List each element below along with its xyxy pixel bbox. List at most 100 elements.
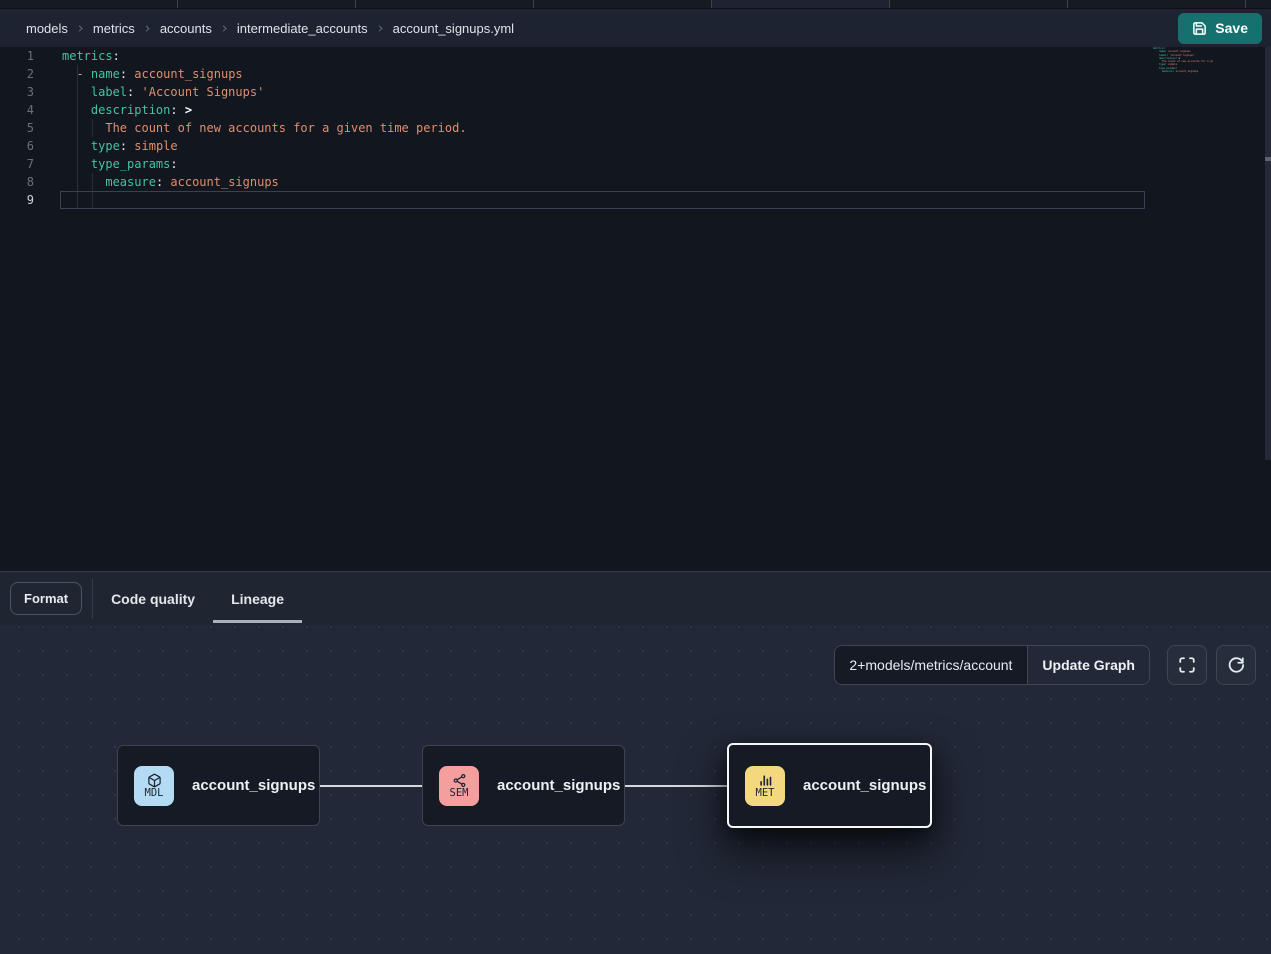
metric-badge: MET (745, 766, 785, 806)
node-label: account_signups (803, 777, 926, 794)
code-token: : (120, 139, 127, 153)
file-tab[interactable] (1246, 0, 1271, 8)
code-token: account_signups (1174, 70, 1198, 73)
cube-icon (147, 773, 162, 788)
minimap[interactable]: metrics: - name: account_signups label: … (1153, 47, 1213, 73)
code-token: type_params (91, 157, 170, 171)
code-token: type (91, 139, 120, 153)
code-token: : (113, 49, 120, 63)
code-line[interactable]: The count of new accounts for a given ti… (62, 119, 1145, 137)
code-token (62, 139, 91, 153)
format-button[interactable]: Format (10, 582, 82, 615)
code-line[interactable]: metrics: (62, 47, 1145, 65)
file-tab[interactable] (712, 0, 890, 8)
code-line[interactable]: type: simple (62, 137, 1145, 155)
code-lines[interactable]: metrics: - name: account_signups label: … (62, 47, 1145, 209)
line-number: 8 (0, 173, 34, 191)
lineage-selector-input[interactable] (835, 646, 1028, 684)
code-token: : (120, 67, 127, 81)
breadcrumb-item-metrics[interactable]: metrics (93, 21, 135, 36)
tab-code-quality[interactable]: Code quality (93, 572, 213, 625)
file-tab[interactable] (534, 0, 712, 8)
code-line[interactable]: type_params: (62, 155, 1145, 173)
save-button[interactable]: Save (1178, 13, 1262, 44)
code-token (62, 85, 91, 99)
badge-label: SEM (450, 788, 469, 799)
code-token (62, 157, 91, 171)
model-badge: MDL (134, 766, 174, 806)
save-button-label: Save (1215, 20, 1248, 36)
line-number: 6 (0, 137, 34, 155)
line-number: 1 (0, 47, 34, 65)
code-token: simple (127, 139, 178, 153)
breadcrumb-bar: models metrics accounts intermediate_acc… (0, 9, 1271, 47)
code-token: description (91, 103, 170, 117)
editor-scrollbar[interactable] (1265, 47, 1271, 460)
breadcrumb-item-file[interactable]: account_signups.yml (393, 21, 514, 36)
file-tab[interactable] (890, 0, 1068, 8)
code-token (62, 103, 91, 117)
code-token: 'Account Signups' (134, 85, 264, 99)
code-token: account_signups (127, 67, 243, 81)
file-tab[interactable] (1068, 0, 1246, 8)
tab-lineage[interactable]: Lineage (213, 572, 302, 625)
code-token: name (91, 67, 120, 81)
code-line[interactable]: description: > (62, 101, 1145, 119)
node-label: account_signups (192, 777, 315, 794)
code-token: label (91, 85, 127, 99)
breadcrumb-item-intermediate-accounts[interactable]: intermediate_accounts (237, 21, 368, 36)
code-line[interactable]: measure: account_signups (62, 173, 1145, 191)
badge-label: MET (756, 788, 775, 799)
line-number: 4 (0, 101, 34, 119)
gutter: 123456789 (0, 47, 34, 209)
lineage-controls: Update Graph (834, 645, 1256, 685)
breadcrumb: models metrics accounts intermediate_acc… (26, 21, 514, 36)
code-line[interactable] (60, 191, 1145, 209)
refresh-icon (1227, 656, 1245, 674)
bottom-panel-header: Format Code quality Lineage (0, 571, 1271, 625)
update-graph-button[interactable]: Update Graph (1028, 646, 1149, 684)
breadcrumb-item-models[interactable]: models (26, 21, 68, 36)
code-token: measure (1162, 70, 1173, 73)
code-token: : (170, 103, 177, 117)
node-label: account_signups (497, 777, 620, 794)
code-token: - (76, 67, 90, 81)
lineage-edge (624, 785, 727, 787)
file-tab[interactable] (356, 0, 534, 8)
code-token: : (170, 157, 177, 171)
fullscreen-button[interactable] (1167, 645, 1207, 685)
fullscreen-icon (1178, 656, 1196, 674)
code-line[interactable]: - name: account_signups (62, 65, 1145, 83)
code-editor[interactable]: 123456789 metrics: - name: account_signu… (0, 47, 1271, 571)
code-token: > (178, 103, 192, 117)
code-token: metrics (62, 49, 113, 63)
chevron-right-icon (75, 23, 86, 34)
breadcrumb-item-accounts[interactable]: accounts (160, 21, 212, 36)
bar-chart-icon (758, 773, 773, 788)
file-tab[interactable] (0, 0, 178, 8)
code-token (1153, 70, 1162, 73)
chevron-right-icon (219, 23, 230, 34)
semantic-badge: SEM (439, 766, 479, 806)
save-icon (1192, 21, 1207, 36)
code-token: The count of new accounts for a given ti… (62, 121, 467, 135)
lineage-node-model[interactable]: MDL account_signups (117, 745, 320, 826)
lineage-node-metric[interactable]: MET account_signups (727, 743, 932, 828)
refresh-button[interactable] (1216, 645, 1256, 685)
editor-tab-strip (0, 0, 1271, 9)
lineage-node-semantic-model[interactable]: SEM account_signups (422, 745, 625, 826)
code-token (62, 175, 105, 189)
file-tab[interactable] (178, 0, 356, 8)
lineage-canvas[interactable]: Update Graph MDL account_signups SEM acc… (0, 625, 1271, 954)
badge-label: MDL (145, 788, 164, 799)
line-number: 5 (0, 119, 34, 137)
minimap-line: measure: account_signups (1153, 70, 1213, 73)
code-token (62, 67, 76, 81)
lineage-edge (320, 785, 422, 787)
code-line[interactable]: label: 'Account Signups' (62, 83, 1145, 101)
network-icon (452, 773, 467, 788)
line-number: 3 (0, 83, 34, 101)
selector-group: Update Graph (834, 645, 1150, 685)
line-number: 2 (0, 65, 34, 83)
code-token: measure (105, 175, 156, 189)
